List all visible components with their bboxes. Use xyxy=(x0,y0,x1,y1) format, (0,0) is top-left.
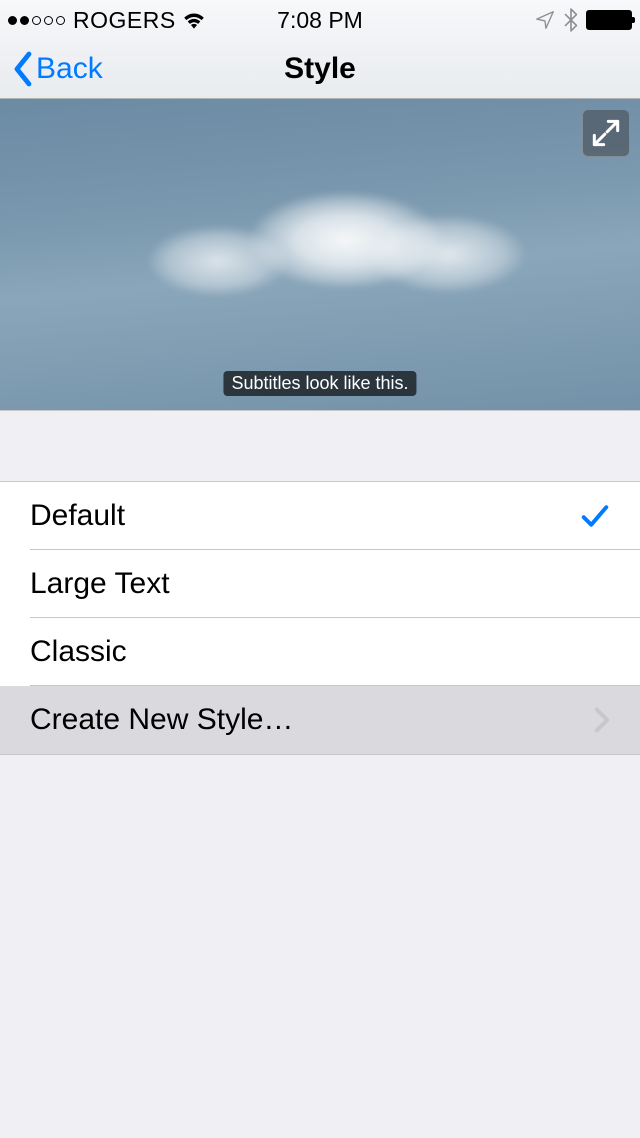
signal-strength-icon xyxy=(8,16,65,25)
status-time: 7:08 PM xyxy=(277,7,363,34)
subtitle-preview: Subtitles look like this. xyxy=(0,99,640,411)
status-right xyxy=(534,8,632,32)
create-new-style-label: Create New Style… xyxy=(30,703,293,737)
style-option-large-text[interactable]: Large Text xyxy=(0,550,640,618)
back-button[interactable]: Back xyxy=(12,51,103,87)
chevron-left-icon xyxy=(12,51,34,87)
checkmark-icon xyxy=(580,503,610,529)
expand-button[interactable] xyxy=(582,109,630,157)
bluetooth-icon xyxy=(564,8,578,32)
style-list: Default Large Text Classic Create New St… xyxy=(0,481,640,755)
style-option-default[interactable]: Default xyxy=(0,482,640,550)
chevron-right-icon xyxy=(594,707,610,733)
expand-icon xyxy=(592,119,620,147)
style-option-label: Large Text xyxy=(30,567,170,601)
carrier-label: ROGERS xyxy=(73,7,176,34)
create-new-style-button[interactable]: Create New Style… xyxy=(0,686,640,754)
subtitle-sample-text: Subtitles look like this. xyxy=(223,371,416,396)
style-option-classic[interactable]: Classic xyxy=(0,618,640,686)
status-bar: ROGERS 7:08 PM xyxy=(0,0,640,40)
style-option-label: Default xyxy=(30,499,125,533)
battery-icon xyxy=(586,10,632,30)
location-icon xyxy=(534,9,556,31)
nav-bar: Back Style xyxy=(0,40,640,99)
preview-background xyxy=(65,184,575,324)
status-left: ROGERS xyxy=(8,7,207,34)
back-label: Back xyxy=(36,52,103,86)
style-option-label: Classic xyxy=(30,635,127,669)
page-title: Style xyxy=(284,52,356,86)
wifi-icon xyxy=(181,10,207,30)
